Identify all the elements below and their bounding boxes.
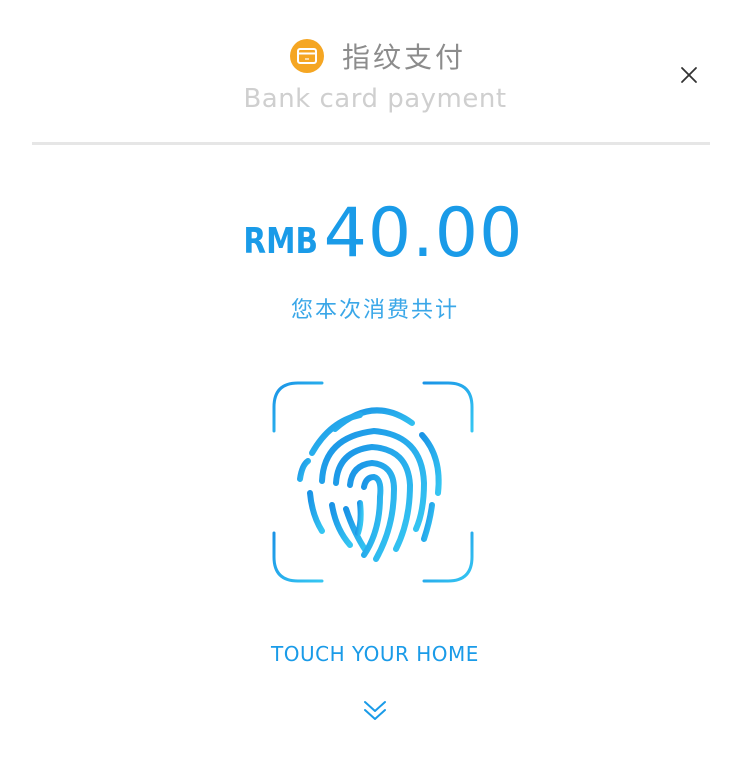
amount-display: RMB 40.00: [0, 188, 750, 268]
amount-caption: 您本次消费共计: [290, 298, 459, 323]
amount-value: 40.00: [323, 194, 524, 273]
expand-button[interactable]: [362, 698, 388, 724]
double-chevron-down-icon: [364, 701, 386, 720]
title-row: 指纹支付: [0, 34, 750, 78]
bank-card-icon: [289, 39, 324, 73]
fingerprint-scanner[interactable]: [272, 381, 474, 583]
payment-header: 指纹支付 Bank card payment: [0, 0, 750, 142]
fingerprint-instruction: TOUCH YOUR HOME: [271, 642, 479, 666]
page-title: 指纹支付: [341, 41, 466, 74]
fingerprint-icon: [272, 381, 474, 583]
close-button[interactable]: [676, 62, 702, 88]
close-icon: [681, 67, 697, 83]
currency-label: RMB: [243, 221, 318, 262]
fingerprint-payment-screen: 指纹支付 Bank card payment RMB 40.00 您本次消费共计: [0, 0, 750, 767]
header-divider: [32, 142, 710, 145]
page-subtitle: Bank card payment: [243, 84, 507, 114]
